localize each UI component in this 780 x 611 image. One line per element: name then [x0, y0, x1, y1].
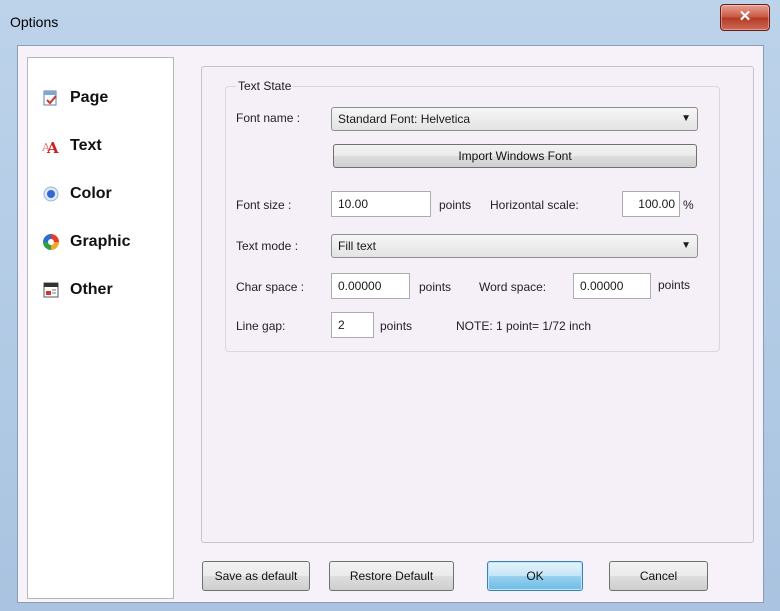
chevron-down-icon: ▼	[681, 240, 691, 251]
font-size-input[interactable]: 10.00	[331, 191, 431, 217]
color-icon	[42, 185, 60, 203]
text-mode-value: Fill text	[338, 239, 377, 253]
dialog-body: Page A A Text Color Graphic Other Text S…	[17, 45, 764, 603]
unit-note: NOTE: 1 point= 1/72 inch	[456, 319, 592, 333]
close-icon: ✕	[738, 8, 752, 25]
sidebar-item-label: Color	[70, 185, 112, 202]
sidebar-item-text[interactable]: A A Text	[42, 135, 102, 157]
sidebar-item-label: Graphic	[70, 233, 131, 250]
font-name-label: Font name :	[236, 111, 301, 125]
text-icon: A A	[42, 137, 60, 155]
font-size-label: Font size :	[236, 198, 292, 212]
line-gap-input[interactable]: 2	[331, 312, 374, 338]
category-sidebar: Page A A Text Color Graphic Other	[27, 57, 174, 599]
restore-default-button[interactable]: Restore Default	[329, 561, 454, 591]
word-space-input[interactable]: 0.00000	[573, 273, 651, 299]
group-title: Text State	[236, 79, 294, 93]
sidebar-item-other[interactable]: Other	[42, 279, 113, 301]
close-button[interactable]: ✕	[720, 4, 770, 31]
sidebar-item-label: Text	[70, 137, 102, 154]
save-as-default-button[interactable]: Save as default	[202, 561, 310, 591]
sidebar-item-label: Other	[70, 281, 113, 298]
word-space-label: Word space:	[479, 280, 547, 294]
chevron-down-icon: ▼	[681, 113, 691, 124]
word-space-unit: points	[658, 278, 691, 292]
text-mode-select[interactable]: Fill text ▼	[331, 234, 698, 258]
graphic-icon	[42, 233, 60, 251]
sidebar-item-color[interactable]: Color	[42, 183, 112, 205]
cancel-button[interactable]: Cancel	[609, 561, 708, 591]
settings-panel: Text State Font name : Standard Font: He…	[201, 66, 754, 543]
sidebar-item-graphic[interactable]: Graphic	[42, 231, 130, 253]
font-name-value: Standard Font: Helvetica	[338, 112, 471, 126]
text-mode-label: Text mode :	[236, 239, 299, 253]
horizontal-scale-label: Horizontal scale:	[490, 198, 579, 212]
char-space-input[interactable]: 0.00000	[331, 273, 410, 299]
text-state-group: Text State Font name : Standard Font: He…	[225, 79, 720, 352]
line-gap-unit: points	[380, 319, 413, 333]
import-windows-font-button[interactable]: Import Windows Font	[333, 144, 697, 168]
sidebar-item-page[interactable]: Page	[42, 87, 108, 109]
ok-button[interactable]: OK	[487, 561, 583, 591]
svg-text:A: A	[46, 139, 59, 154]
sidebar-item-label: Page	[70, 89, 109, 106]
window-title: Options	[10, 14, 59, 30]
font-size-unit: points	[439, 198, 472, 212]
other-icon	[42, 281, 60, 299]
horizontal-scale-unit: %	[683, 198, 694, 212]
line-gap-label: Line gap:	[236, 319, 286, 333]
font-name-select[interactable]: Standard Font: Helvetica ▼	[331, 107, 698, 131]
char-space-unit: points	[419, 280, 452, 294]
horizontal-scale-input[interactable]: 100.00	[622, 191, 680, 217]
options-dialog: Options ✕ Page A A Text Color Graphic Ot…	[0, 0, 780, 611]
page-icon	[42, 89, 60, 107]
char-space-label: Char space :	[236, 280, 305, 294]
title-bar: Options ✕	[0, 0, 780, 44]
